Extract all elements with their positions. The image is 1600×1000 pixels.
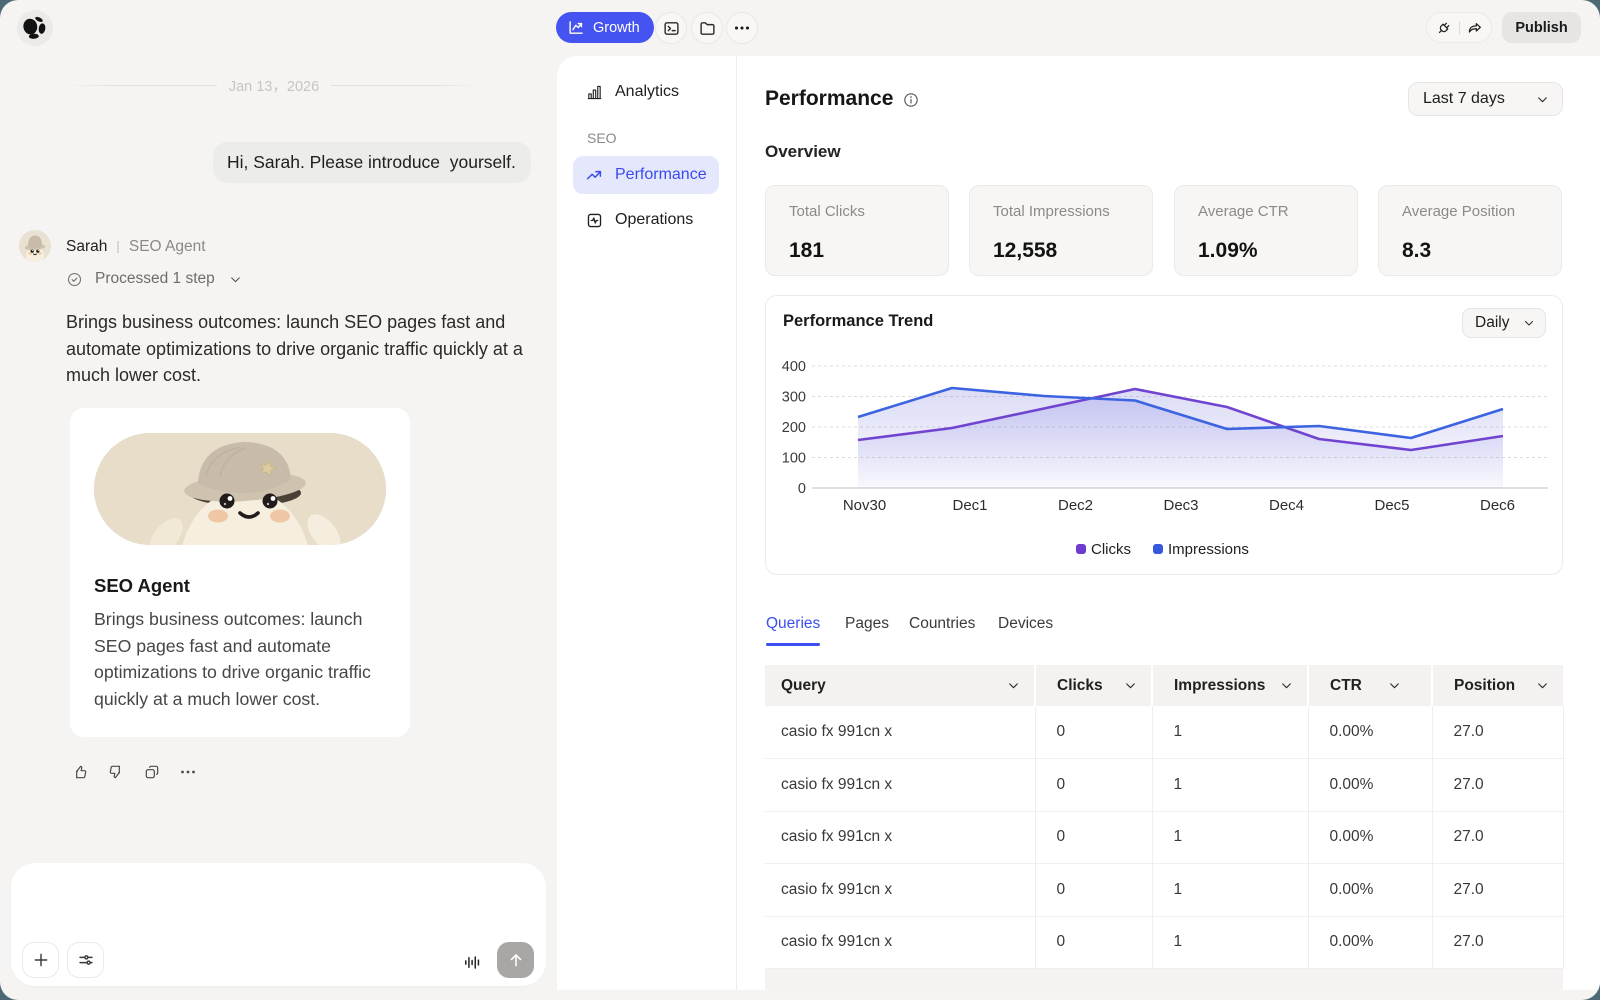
svg-text:Dec4: Dec4 [1269,497,1304,514]
svg-text:Dec3: Dec3 [1163,497,1198,514]
svg-text:Dec1: Dec1 [952,497,987,514]
svg-text:200: 200 [782,420,806,436]
svg-text:100: 100 [782,451,806,467]
svg-text:0: 0 [798,481,806,497]
svg-text:Dec5: Dec5 [1374,497,1409,514]
svg-text:400: 400 [782,359,806,375]
svg-text:Dec2: Dec2 [1058,497,1093,514]
svg-text:Nov30: Nov30 [843,497,886,514]
svg-text:Dec6: Dec6 [1480,497,1515,514]
svg-text:300: 300 [782,390,806,406]
